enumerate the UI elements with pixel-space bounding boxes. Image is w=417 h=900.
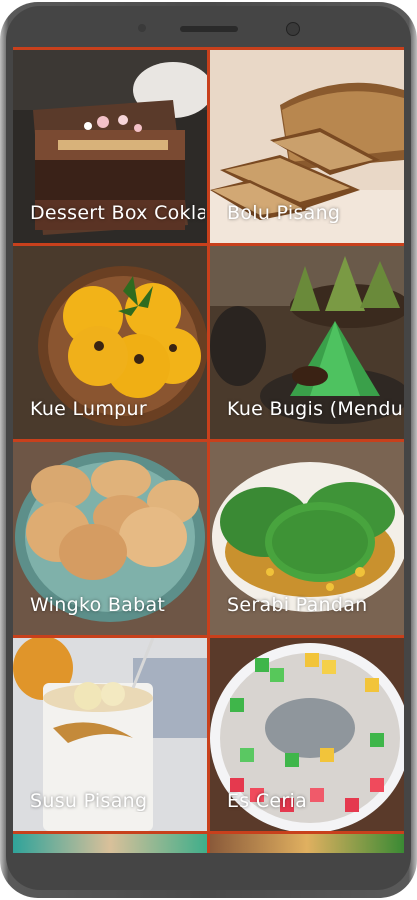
recipe-title: Serabi Pandan [227, 594, 368, 616]
recipe-card-es-ceria[interactable]: Es Ceria [210, 638, 404, 831]
next-row-peek [13, 834, 404, 853]
recipe-title: Kue Lumpur [30, 398, 147, 420]
recipe-title: Susu Pisang [30, 790, 148, 812]
recipe-card-wingko-babat[interactable]: Wingko Babat [13, 442, 207, 635]
recipe-title: Dessert Box Coklat [30, 202, 205, 224]
recipe-card-kue-lumpur[interactable]: Kue Lumpur [13, 246, 207, 439]
recipe-title: Wingko Babat [30, 594, 166, 616]
recipe-card-peek-right[interactable] [210, 834, 404, 853]
recipe-title: Bolu Pisang [227, 202, 341, 224]
phone-frame: Dessert Box Coklat Bolu Pisang Kue Lumpu… [0, 0, 417, 900]
phone-top-bar [0, 0, 417, 48]
app-screen: Dessert Box Coklat Bolu Pisang Kue Lumpu… [13, 47, 404, 853]
phone-bottom-bezel [0, 856, 417, 900]
front-camera-icon [286, 22, 300, 36]
recipe-card-susu-pisang[interactable]: Susu Pisang [13, 638, 207, 831]
recipe-card-peek-left[interactable] [13, 834, 207, 853]
earpiece-speaker [180, 26, 238, 32]
recipe-title: Kue Bugis (Mendut) [227, 398, 402, 420]
recipe-card-bolu-pisang[interactable]: Bolu Pisang [210, 50, 404, 243]
recipe-card-serabi-pandan[interactable]: Serabi Pandan [210, 442, 404, 635]
proximity-sensor [138, 24, 146, 32]
recipe-grid: Dessert Box Coklat Bolu Pisang Kue Lumpu… [13, 47, 404, 831]
recipe-title: Es Ceria [227, 790, 308, 812]
recipe-card-kue-bugis[interactable]: Kue Bugis (Mendut) [210, 246, 404, 439]
recipe-card-dessert-box[interactable]: Dessert Box Coklat [13, 50, 207, 243]
